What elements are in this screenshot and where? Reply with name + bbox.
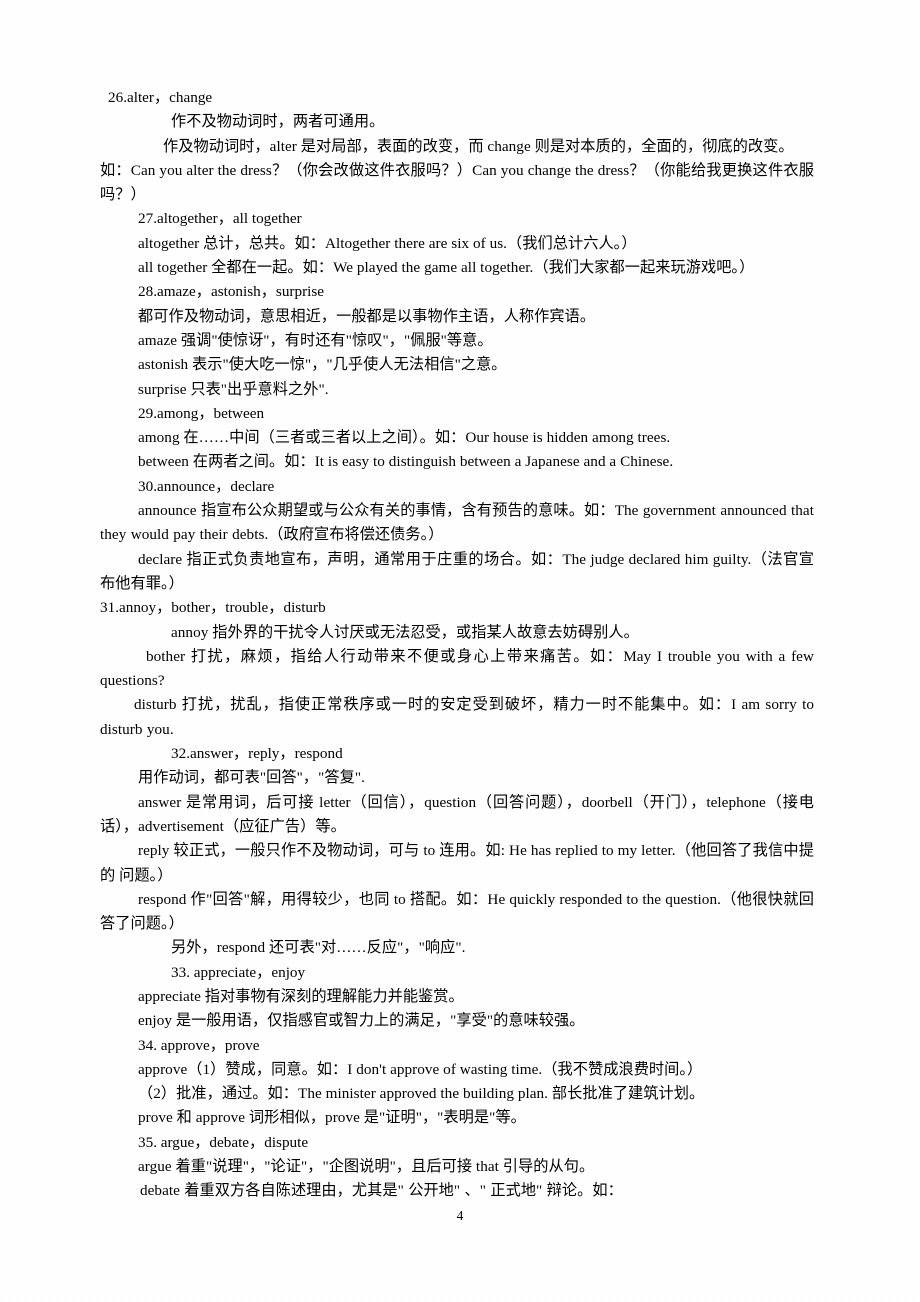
entry-line: reply 较正式，一般只作不及物动词，可与 to 连用。如: He has r… <box>100 842 814 884</box>
entry-heading: 29.among，between <box>138 404 265 422</box>
entry-line: prove 和 approve 词形相似，prove 是"证明"，"表明是"等。 <box>138 1109 526 1127</box>
entry-heading: 32.answer，reply，respond <box>171 745 343 763</box>
entry-heading: 28.amaze，astonish，surprise <box>138 283 325 301</box>
entry-line: enjoy 是一般用语，仅指感官或智力上的满足，"享受"的意味较强。 <box>138 1012 585 1030</box>
entry-line: announce 指宣布公众期望或与公众有关的事情，含有预告的意味。如：The … <box>100 502 819 544</box>
entry-block-35: 35. argue，debate，dispute argue 着重"说理"，"论… <box>108 1131 814 1204</box>
entry-heading: 30.announce，declare <box>138 477 275 495</box>
entry-line: 用作动词，都可表"回答"，"答复". <box>138 769 365 787</box>
entry-block-26: 26.alter，change 作不及物动词时，两者可通用。 作及物动词时，al… <box>100 86 814 207</box>
entry-line: bother 打扰，麻烦，指给人行动带来不便或身心上带来痛苦。如：May I t… <box>100 647 819 690</box>
entry-line: answer 是常用词，后可接 letter（回信），question（回答问题… <box>100 793 814 835</box>
entry-heading: 31.annoy，bother，trouble，disturb <box>100 599 326 617</box>
entry-heading: 33. appreciate，enjoy <box>171 963 306 981</box>
entry-line: 作不及物动词时，两者可通用。 <box>171 113 385 131</box>
entry-block-34: 34. approve，prove approve（1）赞成，同意。如：I do… <box>108 1034 814 1131</box>
entry-heading: 27.altogether，all together <box>138 210 302 228</box>
entry-block-27: 27.altogether，all together altogether 总计… <box>108 207 814 280</box>
entry-line: appreciate 指对事物有深刻的理解能力并能鉴赏。 <box>138 987 464 1005</box>
entry-line: approve（1）赞成，同意。如：I don't approve of was… <box>138 1060 703 1078</box>
entry-line: surprise 只表"出乎意料之外". <box>138 380 329 398</box>
entry-block-30: 30.announce，declare announce 指宣布公众期望或与公众… <box>100 475 814 596</box>
entry-line: altogether 总计，总共。如：Altogether there are … <box>138 234 637 252</box>
entry-block-32: 32.answer，reply，respond 用作动词，都可表"回答"，"答复… <box>100 742 814 961</box>
entry-block-33: 33. appreciate，enjoy appreciate 指对事物有深刻的… <box>108 961 814 1034</box>
entry-line: amaze 强调"使惊讶"，有时还有"惊叹"，"佩服"等意。 <box>138 331 493 349</box>
page-number: 4 <box>456 1208 464 1223</box>
entry-line: 如：Can you alter the dress？（你会改做这件衣服吗？）Ca… <box>100 161 814 204</box>
entry-heading: 35. argue，debate，dispute <box>138 1133 309 1151</box>
entry-heading: 34. approve，prove <box>138 1036 260 1054</box>
entry-line: disturb 打扰，扰乱，指使正常秩序或一时的安定受到破坏，精力一时不能集中。… <box>100 696 819 738</box>
entry-line: 另外，respond 还可表"对……反应"，"响应". <box>171 939 466 957</box>
document-page: 26.alter，change 作不及物动词时，两者可通用。 作及物动词时，al… <box>0 0 920 1302</box>
entry-line: debate 着重双方各自陈述理由，尤其是" 公开地" 、" 正式地" 辩论。如… <box>140 1182 623 1200</box>
entry-block-28: 28.amaze，astonish，surprise 都可作及物动词，意思相近，… <box>108 280 814 401</box>
page-text-body: 26.alter，change 作不及物动词时，两者可通用。 作及物动词时，al… <box>100 86 814 1204</box>
entry-line: declare 指正式负责地宣布，声明，通常用于庄重的场合。如：The judg… <box>100 550 814 592</box>
entry-line: argue 着重"说理"，"论证"，"企图说明"，且后可接 that 引导的从句… <box>138 1158 595 1176</box>
entry-line: 作及物动词时，alter 是对局部，表面的改变，而 change 则是对本质的，… <box>163 137 794 155</box>
entry-heading: 26.alter，change <box>108 89 213 106</box>
entry-block-31: 31.annoy，bother，trouble，disturb annoy 指外… <box>100 596 814 742</box>
entry-line: all together 全都在一起。如：We played the game … <box>138 259 755 277</box>
entry-block-29: 29.among，between among 在……中间（三者或三者以上之间）。… <box>108 402 814 475</box>
entry-line: （2）批准，通过。如：The minister approved the bui… <box>138 1085 705 1103</box>
entry-line: 都可作及物动词，意思相近，一般都是以事物作主语，人称作宾语。 <box>138 307 596 325</box>
entry-line: between 在两者之间。如：It is easy to distinguis… <box>138 453 674 471</box>
entry-line: astonish 表示"使大吃一惊"，"几乎使人无法相信"之意。 <box>138 356 507 374</box>
entry-line: annoy 指外界的干扰令人讨厌或无法忍受，或指某人故意去妨碍别人。 <box>171 623 639 641</box>
entry-line: respond 作"回答"解，用得较少，也同 to 搭配。如：He quickl… <box>100 890 814 933</box>
entry-line: among 在……中间（三者或三者以上之间）。如：Our house is hi… <box>138 429 671 447</box>
